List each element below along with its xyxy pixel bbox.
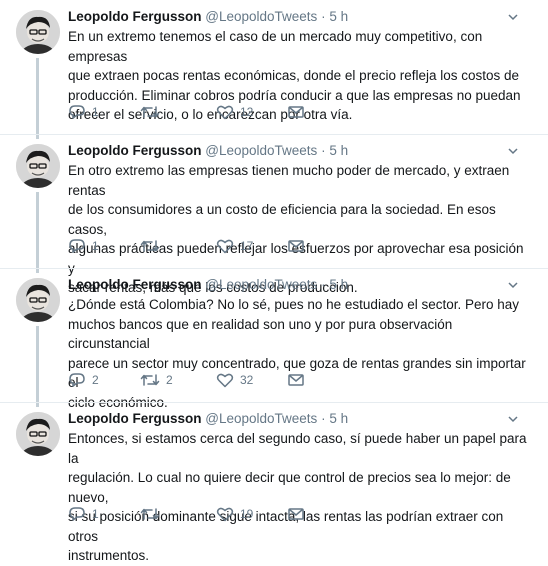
envelope-icon bbox=[288, 374, 304, 386]
timestamp[interactable]: 5 h bbox=[329, 9, 348, 24]
chevron-down-icon[interactable] bbox=[508, 146, 518, 156]
tweet-text-line: muchos bancos que en realidad son uno y … bbox=[68, 316, 453, 352]
author-name[interactable]: Leopoldo Fergusson bbox=[68, 9, 202, 24]
reply-count: 2 bbox=[92, 373, 99, 387]
avatar[interactable] bbox=[16, 144, 60, 188]
tweet[interactable]: Leopoldo Fergusson @LeopoldoTweets · 5 h… bbox=[0, 134, 548, 295]
direct-message-button[interactable] bbox=[287, 102, 305, 122]
tweet-text-line: que extraen pocas rentas económicas, don… bbox=[68, 68, 520, 83]
tweet[interactable]: Leopoldo Fergusson @LeopoldoTweets · 5 h… bbox=[0, 0, 548, 134]
avatar[interactable] bbox=[16, 10, 60, 54]
reply-count: 1 bbox=[92, 239, 99, 253]
retweet-icon bbox=[140, 508, 160, 520]
like-button[interactable]: 19 bbox=[216, 504, 253, 524]
tweet-header: Leopoldo Fergusson @LeopoldoTweets · 5 h bbox=[68, 277, 348, 293]
reply-button[interactable]: 2 bbox=[68, 370, 99, 390]
chevron-down-icon[interactable] bbox=[508, 414, 518, 424]
direct-message-button[interactable] bbox=[287, 370, 305, 390]
tweet-actions: 1 19 bbox=[68, 504, 368, 524]
author-name[interactable]: Leopoldo Fergusson bbox=[68, 411, 202, 426]
timestamp[interactable]: 5 h bbox=[329, 411, 348, 426]
author-handle[interactable]: @LeopoldoTweets bbox=[205, 143, 317, 158]
reply-icon bbox=[69, 105, 85, 119]
timestamp[interactable]: 5 h bbox=[329, 277, 348, 292]
tweet-actions: 2 2 32 bbox=[68, 370, 368, 390]
retweet-icon bbox=[140, 106, 160, 118]
tweet-actions: 1 17 bbox=[68, 236, 368, 256]
tweet-actions: 1 12 bbox=[68, 102, 368, 122]
retweet-icon bbox=[140, 374, 160, 386]
author-handle[interactable]: @LeopoldoTweets bbox=[205, 277, 317, 292]
chevron-down-icon[interactable] bbox=[508, 12, 518, 22]
author-handle[interactable]: @LeopoldoTweets bbox=[205, 9, 317, 24]
like-count: 32 bbox=[240, 373, 254, 387]
tweet-text: ¿Dónde está Colombia? No lo sé, pues no … bbox=[68, 295, 532, 412]
author-handle[interactable]: @LeopoldoTweets bbox=[205, 411, 317, 426]
author-name[interactable]: Leopoldo Fergusson bbox=[68, 277, 202, 292]
like-count: 12 bbox=[240, 105, 254, 119]
retweet-icon bbox=[140, 240, 160, 252]
like-count: 19 bbox=[240, 507, 254, 521]
tweet-text: Entonces, si estamos cerca del segundo c… bbox=[68, 429, 532, 566]
avatar[interactable] bbox=[16, 278, 60, 322]
tweet-header: Leopoldo Fergusson @LeopoldoTweets · 5 h bbox=[68, 9, 348, 25]
retweet-button[interactable] bbox=[140, 504, 166, 524]
tweet[interactable]: Leopoldo Fergusson @LeopoldoTweets · 5 h… bbox=[0, 268, 548, 410]
tweet-text-line: En un extremo tenemos el caso de un merc… bbox=[68, 29, 483, 64]
reply-icon bbox=[69, 239, 85, 253]
envelope-icon bbox=[288, 508, 304, 520]
author-name[interactable]: Leopoldo Fergusson bbox=[68, 143, 202, 158]
tweet-text-line: Entonces, si estamos cerca del segundo c… bbox=[68, 431, 527, 466]
tweet-header: Leopoldo Fergusson @LeopoldoTweets · 5 h bbox=[68, 411, 348, 427]
separator: · bbox=[321, 143, 326, 158]
retweet-button[interactable] bbox=[140, 236, 166, 256]
reply-icon bbox=[69, 507, 85, 521]
reply-button[interactable]: 1 bbox=[68, 504, 99, 524]
retweet-count: 2 bbox=[166, 373, 173, 387]
like-button[interactable]: 12 bbox=[216, 102, 253, 122]
heart-icon bbox=[216, 373, 234, 388]
tweet-text-line: regulación. Lo cual no quiere decir que … bbox=[68, 470, 511, 505]
separator: · bbox=[321, 277, 326, 292]
separator: · bbox=[321, 411, 326, 426]
avatar[interactable] bbox=[16, 412, 60, 456]
timestamp[interactable]: 5 h bbox=[329, 143, 348, 158]
reply-icon bbox=[69, 373, 85, 387]
like-count: 17 bbox=[240, 239, 254, 253]
heart-icon bbox=[216, 105, 234, 120]
reply-count: 1 bbox=[92, 507, 99, 521]
tweet-header: Leopoldo Fergusson @LeopoldoTweets · 5 h bbox=[68, 143, 348, 159]
tweet-text-line: En otro extremo las empresas tienen much… bbox=[68, 163, 510, 198]
like-button[interactable]: 32 bbox=[216, 370, 253, 390]
tweet-text-line: instrumentos. bbox=[68, 548, 150, 563]
retweet-button[interactable] bbox=[140, 102, 166, 122]
heart-icon bbox=[216, 239, 234, 254]
reply-button[interactable]: 1 bbox=[68, 236, 99, 256]
heart-icon bbox=[216, 507, 234, 522]
retweet-button[interactable]: 2 bbox=[140, 370, 173, 390]
tweet[interactable]: Leopoldo Fergusson @LeopoldoTweets · 5 h… bbox=[0, 402, 548, 563]
tweet-text-line: de los consumidores a un costo de eficie… bbox=[68, 202, 496, 237]
reply-button[interactable]: 1 bbox=[68, 102, 99, 122]
envelope-icon bbox=[288, 106, 304, 118]
reply-count: 1 bbox=[92, 105, 99, 119]
like-button[interactable]: 17 bbox=[216, 236, 253, 256]
tweet-text-line: ¿Dónde está Colombia? No lo sé, pues no … bbox=[68, 297, 520, 312]
chevron-down-icon[interactable] bbox=[508, 280, 518, 290]
envelope-icon bbox=[288, 240, 304, 252]
direct-message-button[interactable] bbox=[287, 504, 305, 524]
direct-message-button[interactable] bbox=[287, 236, 305, 256]
separator: · bbox=[321, 9, 326, 24]
